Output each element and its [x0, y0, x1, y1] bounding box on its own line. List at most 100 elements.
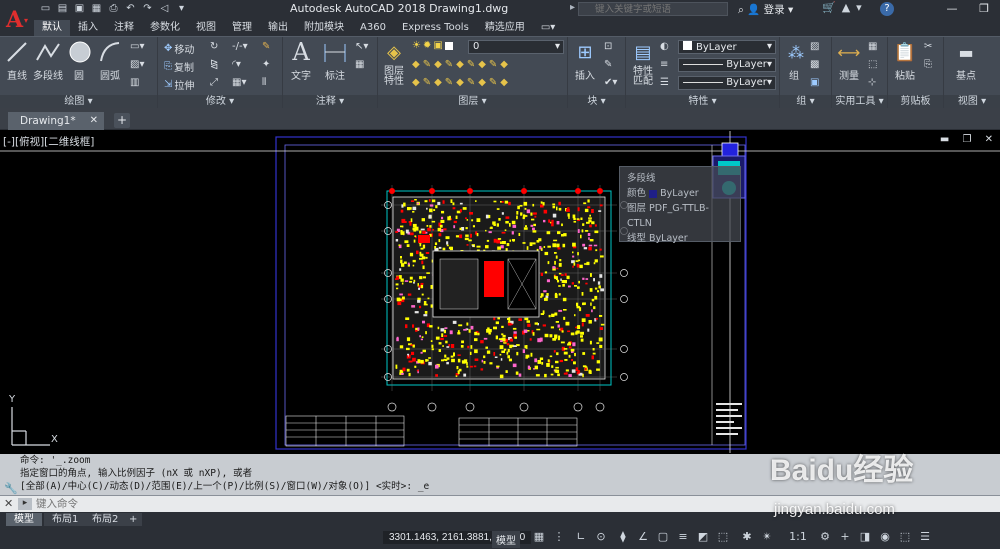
- isodraft-icon[interactable]: ⧫: [616, 530, 630, 544]
- clean-screen-icon[interactable]: ⬚: [898, 530, 912, 544]
- tab-default[interactable]: 默认: [34, 20, 70, 36]
- lineweight-dropdown[interactable]: ByLayer ▾: [678, 76, 776, 90]
- attribute-button[interactable]: ✔▾: [604, 77, 617, 88]
- copy-button[interactable]: ⎘ 复制: [164, 59, 194, 74]
- model-space-button[interactable]: 模型: [492, 531, 520, 548]
- scale-button[interactable]: ⤢: [210, 77, 218, 88]
- leader-button[interactable]: ↖▾: [355, 41, 368, 52]
- measure-button[interactable]: ⟷ 测量: [834, 39, 864, 83]
- circle-button[interactable]: 圆: [66, 39, 92, 82]
- group-button[interactable]: ⁂ 组: [782, 39, 806, 83]
- id-point-button[interactable]: ⊹: [868, 77, 876, 88]
- save-as-icon[interactable]: ▦: [89, 1, 104, 16]
- tab-drawing1[interactable]: Drawing1* ✕: [8, 112, 104, 130]
- customize-menu-icon[interactable]: ☰: [918, 530, 932, 544]
- rotate-button[interactable]: ↻: [210, 41, 218, 52]
- cut-button[interactable]: ✂: [924, 41, 932, 52]
- polyline-button[interactable]: 多段线: [32, 39, 64, 82]
- layer-properties-button[interactable]: ◈ 图层 特性: [380, 39, 408, 87]
- layer-dropdown[interactable]: 0 ▾: [468, 40, 564, 54]
- ortho-icon[interactable]: ∟: [574, 530, 588, 544]
- offset-button[interactable]: ⫴: [262, 77, 266, 88]
- add-layout-button[interactable]: +: [124, 513, 143, 526]
- annotation-scale-icon[interactable]: ✴: [760, 530, 774, 544]
- panel-title-view[interactable]: 视图 ▾: [944, 95, 1000, 109]
- insert-button[interactable]: ⊞ 插入: [570, 39, 600, 83]
- fillet-button[interactable]: ◜▾: [232, 59, 241, 70]
- close-icon[interactable]: ✕: [90, 112, 98, 130]
- tab-a360[interactable]: A360: [352, 20, 394, 36]
- color-dropdown[interactable]: ByLayer ▾: [678, 40, 776, 54]
- trim-button[interactable]: -/-▾: [232, 41, 248, 52]
- tab-annotate[interactable]: 注释: [106, 20, 142, 36]
- text-button[interactable]: A 文字: [285, 38, 317, 82]
- open-file-icon[interactable]: ▤: [55, 1, 70, 16]
- annotation-visibility-icon[interactable]: ✱: [740, 530, 754, 544]
- ribbon-toggle-icon[interactable]: ▭▾: [533, 20, 563, 36]
- save-icon[interactable]: ▣: [72, 1, 87, 16]
- mirror-button[interactable]: ⧎: [210, 59, 218, 70]
- erase-button[interactable]: ✎: [262, 41, 270, 52]
- hatch-tool[interactable]: ▨▾: [130, 59, 144, 70]
- stretch-button[interactable]: ⇲ 拉伸: [164, 77, 194, 92]
- edit-block-button[interactable]: ✎: [604, 59, 612, 70]
- explode-button[interactable]: ✦: [262, 59, 270, 70]
- drawing-viewport[interactable]: [-][俯视][二维线框] ▬ ❐ ✕ Y X 多段线 颜色 ByLayer 图…: [0, 131, 1000, 453]
- group-select-button[interactable]: ▣: [810, 77, 819, 88]
- linetype-dropdown[interactable]: ByLayer ▾: [678, 58, 776, 72]
- panel-title-annotation[interactable]: 注释 ▾: [283, 95, 377, 109]
- base-point-button[interactable]: ▬ 基点: [950, 39, 982, 83]
- ungroup-button[interactable]: ▨: [810, 41, 819, 52]
- layer-tools-row1[interactable]: ◆✎◆✎◆✎◆✎◆: [412, 59, 511, 70]
- panel-title-groups[interactable]: 组 ▾: [780, 95, 831, 109]
- tab-model[interactable]: 模型: [6, 513, 42, 526]
- tab-insert[interactable]: 插入: [70, 20, 106, 36]
- snap-icon[interactable]: ⋮: [552, 530, 566, 544]
- undo-icon[interactable]: ↶: [123, 1, 138, 16]
- panel-title-utilities[interactable]: 实用工具 ▾: [832, 95, 887, 109]
- quick-calc-button[interactable]: ▦: [868, 41, 877, 52]
- grid-icon[interactable]: ▦: [532, 530, 546, 544]
- command-prompt-icon[interactable]: ▸: [18, 498, 32, 510]
- lineweight-toggle-icon[interactable]: ≡: [676, 530, 690, 544]
- scale-dropdown[interactable]: 1:1: [786, 530, 810, 544]
- selection-cycling-icon[interactable]: ⬚: [716, 530, 730, 544]
- dimension-button[interactable]: 标注: [319, 39, 351, 82]
- tab-layout2[interactable]: 布局2: [84, 513, 127, 526]
- share-icon[interactable]: ◁: [157, 1, 172, 16]
- move-button[interactable]: ✥ 移动: [164, 41, 194, 56]
- redo-icon[interactable]: ↷: [140, 1, 155, 16]
- array-button[interactable]: ▦▾: [232, 77, 246, 88]
- match-properties-button[interactable]: ▤ 特性 匹配: [628, 39, 658, 87]
- new-tab-button[interactable]: +: [114, 113, 130, 128]
- tab-featured-apps[interactable]: 精选应用: [477, 20, 533, 36]
- panel-title-draw[interactable]: 绘图 ▾: [0, 95, 157, 109]
- panel-title-layers[interactable]: 图层 ▾: [378, 95, 567, 109]
- panel-title-block[interactable]: 块 ▾: [568, 95, 625, 109]
- tab-manage[interactable]: 管理: [224, 20, 260, 36]
- application-menu-button[interactable]: A ▾: [0, 0, 34, 40]
- panel-title-modify[interactable]: 修改 ▾: [158, 95, 282, 109]
- create-block-button[interactable]: ⊡: [604, 41, 612, 52]
- paste-button[interactable]: 📋 粘贴: [890, 39, 920, 83]
- login-button[interactable]: ⌕ 👤 登录 ▾: [738, 2, 793, 17]
- tab-output[interactable]: 输出: [260, 20, 296, 36]
- tab-addins[interactable]: 附加模块: [296, 20, 352, 36]
- new-file-icon[interactable]: ▭: [38, 1, 53, 16]
- qat-dropdown-icon[interactable]: ▾: [174, 1, 189, 16]
- arc-button[interactable]: 圆弧: [96, 39, 124, 82]
- search-expand-icon[interactable]: ▸: [570, 2, 575, 13]
- tab-parametric[interactable]: 参数化: [142, 20, 188, 36]
- plot-icon[interactable]: ⎙: [106, 1, 121, 16]
- plus-icon[interactable]: +: [838, 530, 852, 544]
- close-icon[interactable]: ✕: [4, 497, 13, 510]
- customize-wrench-icon[interactable]: 🔧: [4, 482, 18, 495]
- hardware-accel-icon[interactable]: ◉: [878, 530, 892, 544]
- layer-tools-row2[interactable]: ◆✎◆✎◆✎◆✎◆: [412, 77, 511, 88]
- table-button[interactable]: ▦: [355, 59, 364, 70]
- help-icon[interactable]: ?: [880, 2, 894, 16]
- panel-title-clipboard[interactable]: 剪贴板: [888, 95, 943, 109]
- line-button[interactable]: 直线: [2, 39, 32, 82]
- panel-title-properties[interactable]: 特性 ▾: [626, 95, 779, 109]
- polar-icon[interactable]: ⊙: [594, 530, 608, 544]
